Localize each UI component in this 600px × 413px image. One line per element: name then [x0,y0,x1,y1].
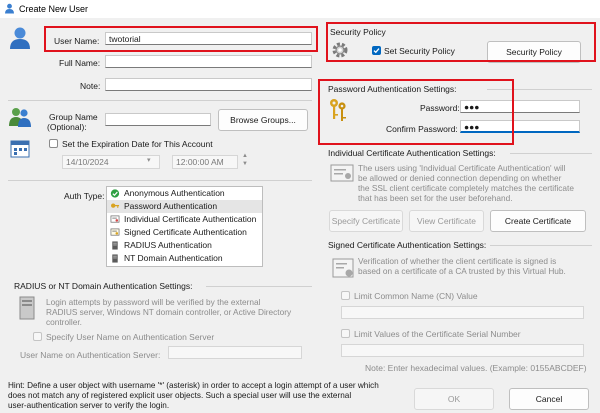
radius-description: Login attempts by password will be verif… [46,297,292,327]
hint-text: Hint: Define a user object with username… [8,381,379,410]
view-certificate-button[interactable]: View Certificate [409,210,484,232]
full-name-input[interactable] [105,55,312,68]
create-certificate-button[interactable]: Create Certificate [490,210,586,232]
password-settings-highlight [318,79,514,145]
certificate-icon [110,215,120,223]
list-item-label: Anonymous Authentication [124,188,225,198]
calendar-icon [10,140,30,158]
signed-certificate-icon [332,258,354,278]
auth-server-username-input[interactable] [168,346,302,359]
green-check-icon [110,189,120,198]
list-item[interactable]: RADIUS Authentication [107,239,262,252]
expiration-date-picker[interactable]: 14/10/2024 [62,155,160,169]
key-icon [111,203,120,208]
user-app-icon [5,3,14,14]
note-label: Note: [80,81,101,91]
auth-type-label: Auth Type: [64,191,105,201]
individual-cert-description: The users using 'Individual Certificate … [358,163,574,203]
user-name-highlight [44,26,318,52]
chevron-down-icon: ▾ [147,157,151,164]
cancel-button[interactable]: Cancel [509,388,589,410]
signed-cert-description: Verification of whether the client certi… [358,256,566,276]
server-icon [112,254,118,263]
limit-cn-label: Limit Common Name (CN) Value [354,291,478,301]
full-name-label: Full Name: [59,58,101,68]
auth-type-list[interactable]: Anonymous Authentication Password Authen… [106,186,263,267]
list-item[interactable]: Individual Certificate Authentication [107,213,262,226]
list-item-label: Password Authentication [124,201,218,211]
browse-groups-button[interactable]: Browse Groups... [218,109,308,131]
limit-serial-label: Limit Values of the Certificate Serial N… [354,329,521,339]
radius-group-title: RADIUS or NT Domain Authentication Setti… [14,281,193,291]
expiration-label: Set the Expiration Date for This Account [62,139,213,149]
list-item-label: Signed Certificate Authentication [124,227,247,237]
list-item[interactable]: NT Domain Authentication [107,252,262,265]
group-name-input[interactable] [105,113,211,126]
list-item-label: Individual Certificate Authentication [124,214,257,224]
server-icon [19,296,35,320]
list-item-label: RADIUS Authentication [124,240,212,250]
group-line [490,245,592,246]
date-value: 14/10/2024 [66,157,109,167]
specify-certificate-button[interactable]: Specify Certificate [329,210,403,232]
specify-user-checkbox[interactable] [33,332,42,341]
limit-serial-checkbox[interactable] [341,329,350,338]
signed-cert-title: Signed Certificate Authentication Settin… [328,240,487,250]
user-icon [10,27,30,49]
window-title: Create New User [19,4,89,14]
group-name-label: Group Name [49,112,98,122]
list-item-label: NT Domain Authentication [124,253,223,263]
list-item-selected[interactable]: Password Authentication [107,200,262,213]
spin-down-icon[interactable]: ▼ [242,161,248,167]
ok-button[interactable]: OK [414,388,494,410]
group-users-icon [9,108,31,127]
list-item[interactable]: Anonymous Authentication [107,187,262,200]
limit-cn-checkbox[interactable] [341,291,350,300]
title-bar: Create New User [0,0,600,18]
group-line [206,286,312,287]
security-policy-highlight [326,22,596,62]
individual-cert-title: Individual Certificate Authentication Se… [328,148,496,158]
auth-server-username-label: User Name on Authentication Server: [20,350,161,360]
specify-user-label: Specify User Name on Authentication Serv… [46,332,215,342]
limit-cn-input[interactable] [341,306,584,319]
separator [8,100,312,101]
server-icon [112,241,118,250]
limit-serial-input[interactable] [341,344,584,357]
hex-note: Note: Enter hexadecimal values. (Example… [365,363,587,373]
note-input[interactable] [105,78,312,91]
time-value: 12:00:00 AM [176,157,224,167]
signed-certificate-icon [110,228,120,236]
list-item[interactable]: Signed Certificate Authentication [107,226,262,239]
certificate-icon [330,164,354,182]
group-line [510,153,592,154]
spin-up-icon[interactable]: ▲ [242,153,248,159]
expiration-checkbox[interactable] [49,139,58,148]
group-optional-label: (Optional): [47,122,87,132]
separator [8,180,312,181]
expiration-time-picker[interactable]: 12:00:00 AM [172,155,238,169]
